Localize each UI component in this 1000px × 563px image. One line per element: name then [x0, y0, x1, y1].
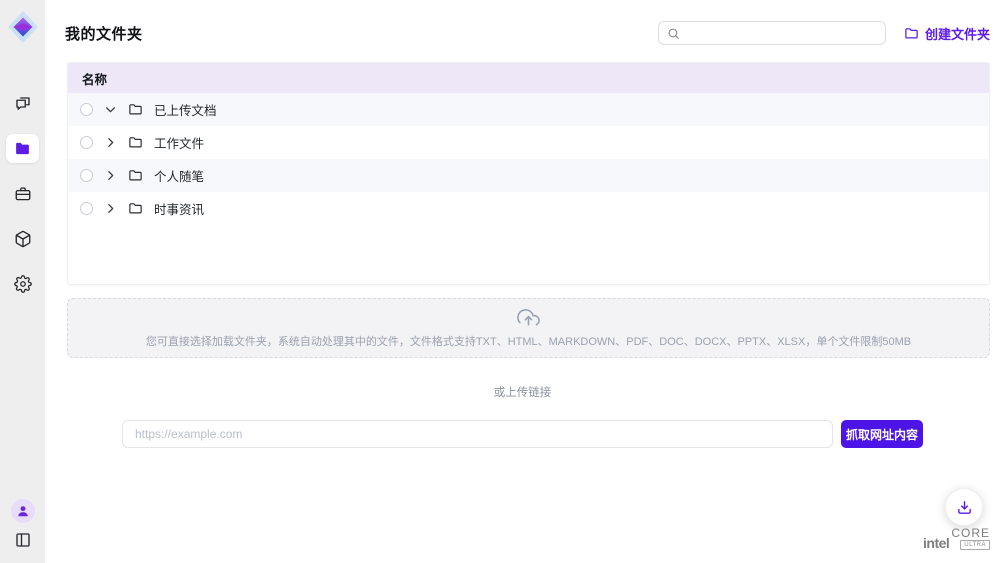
cloud-upload-icon [517, 307, 540, 330]
create-folder-button[interactable]: 创建文件夹 [904, 24, 990, 43]
table-row[interactable]: 时事资讯 [68, 192, 989, 225]
folder-name: 工作文件 [154, 133, 204, 152]
or-upload-link-label: 或上传链接 [45, 384, 1000, 400]
sidebar-bottom [11, 499, 35, 549]
chat-icon [14, 95, 32, 113]
folder-name: 个人随笔 [154, 166, 204, 185]
page-title: 我的文件夹 [65, 23, 143, 44]
upload-hint-text: 您可直接选择加载文件夹，系统自动处理其中的文件，文件格式支持TXT、HTML、M… [146, 333, 911, 349]
table-row[interactable]: 个人随笔 [68, 159, 989, 192]
briefcase-icon [14, 185, 32, 203]
search-box[interactable] [658, 21, 886, 45]
app-logo [5, 7, 41, 47]
row-checkbox[interactable] [80, 136, 93, 149]
row-checkbox[interactable] [80, 103, 93, 116]
ultra-badge: ultra [960, 540, 990, 550]
sidebar-item-folders[interactable] [0, 126, 45, 171]
diamond-logo-icon [6, 9, 40, 45]
folder-plus-icon [904, 26, 919, 41]
folder-name: 已上传文档 [154, 100, 217, 119]
folder-icon [128, 135, 143, 150]
sidebar-item-briefcase[interactable] [0, 171, 45, 216]
core-logo-text: core [951, 527, 990, 539]
sidebar [0, 0, 45, 563]
sidebar-nav [0, 81, 45, 306]
user-avatar[interactable] [11, 499, 35, 523]
chevron-right-icon[interactable] [104, 169, 117, 182]
url-upload-row: 抓取网址内容 [122, 420, 923, 448]
table-row[interactable]: 工作文件 [68, 126, 989, 159]
table-header-name: 名称 [68, 63, 989, 93]
upload-dropzone[interactable]: 您可直接选择加载文件夹，系统自动处理其中的文件，文件格式支持TXT、HTML、M… [67, 298, 990, 358]
url-input[interactable] [122, 420, 833, 448]
main-content: 我的文件夹 创建文件夹 名称 已上传文档 [45, 0, 1000, 563]
panel-toggle-button[interactable] [14, 531, 32, 549]
folder-name: 时事资讯 [154, 199, 204, 218]
download-icon [956, 499, 973, 516]
active-nav-pill [6, 134, 39, 163]
row-checkbox[interactable] [80, 169, 93, 182]
person-icon [16, 504, 30, 518]
folder-icon [128, 102, 143, 117]
fetch-url-button[interactable]: 抓取网址内容 [841, 420, 923, 448]
chevron-right-icon[interactable] [104, 136, 117, 149]
sidebar-item-cube[interactable] [0, 216, 45, 261]
folder-table: 名称 已上传文档 工作文件 [67, 62, 990, 285]
search-input[interactable] [686, 26, 877, 40]
row-checkbox[interactable] [80, 202, 93, 215]
create-folder-label: 创建文件夹 [925, 24, 990, 43]
intel-core-logo: intel core ultra [923, 527, 990, 550]
settings-gear-icon [14, 275, 32, 293]
page-header: 我的文件夹 创建文件夹 [45, 0, 1000, 45]
chevron-right-icon[interactable] [104, 202, 117, 215]
folder-icon [128, 168, 143, 183]
sidebar-item-settings[interactable] [0, 261, 45, 306]
download-fab-button[interactable] [945, 488, 983, 526]
search-icon [667, 27, 680, 40]
table-row[interactable]: 已上传文档 [68, 93, 989, 126]
chevron-right-icon[interactable] [104, 103, 117, 116]
sidebar-item-chat[interactable] [0, 81, 45, 126]
panel-layout-icon [14, 531, 32, 549]
folder-icon [128, 201, 143, 216]
cube-icon [14, 230, 32, 248]
intel-logo-text: intel [923, 536, 949, 550]
folder-icon [14, 140, 31, 157]
